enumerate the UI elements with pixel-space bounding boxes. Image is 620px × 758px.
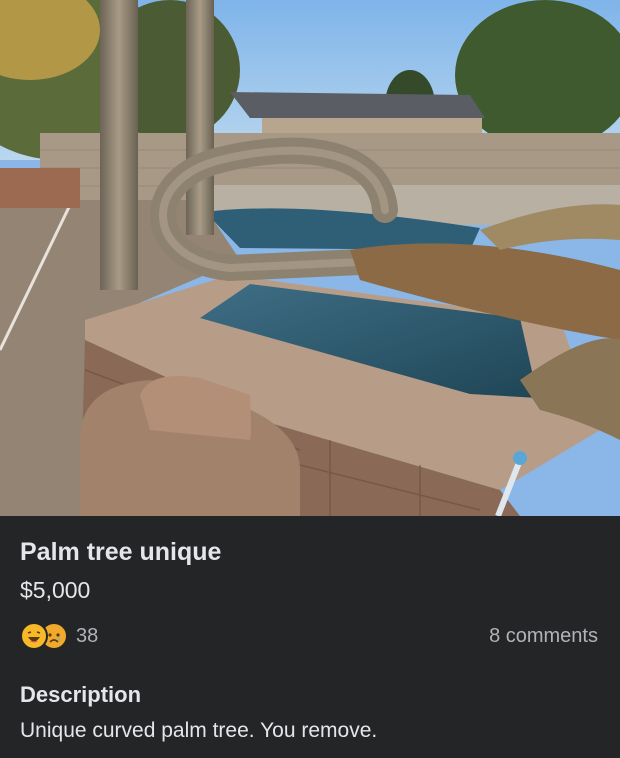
listing-price: $5,000 <box>20 577 91 603</box>
listing-photo[interactable] <box>0 0 620 516</box>
haha-icon <box>20 622 48 650</box>
reactions-summary[interactable]: 38 <box>20 622 98 650</box>
reaction-count: 38 <box>76 624 99 647</box>
description-heading: Description <box>20 682 142 707</box>
description-text: Unique curved palm tree. You remove. <box>20 719 378 742</box>
listing-photo-illustration <box>0 0 620 516</box>
listing-title[interactable]: Palm tree unique <box>20 538 221 567</box>
comments-link[interactable]: 8 comments <box>489 625 598 648</box>
listing-details: Palm tree unique $5,000 38 8 comments De… <box>0 516 620 758</box>
